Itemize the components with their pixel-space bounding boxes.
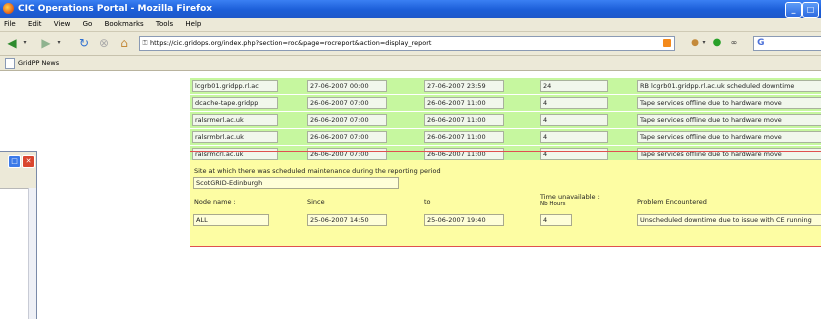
- header-since: Since: [307, 198, 325, 206]
- row-hours-field[interactable]: 4: [540, 148, 608, 160]
- menu-tools[interactable]: Tools: [156, 20, 173, 28]
- header-to: to: [424, 198, 431, 206]
- menu-view[interactable]: View: [54, 20, 71, 28]
- site-name-field[interactable]: ScotGRID-Edinburgh: [193, 177, 399, 189]
- menu-go[interactable]: Go: [83, 20, 93, 28]
- back-dropdown-icon[interactable]: ▾: [22, 35, 28, 51]
- menu-file[interactable]: File: [4, 20, 16, 28]
- back-arrow-icon[interactable]: ◀: [4, 35, 20, 51]
- row-problem-field[interactable]: Tape services offline due to hardware mo…: [637, 148, 821, 160]
- row-since-field[interactable]: 26-06-2007 07:00: [307, 148, 387, 160]
- site-row-since[interactable]: 25-06-2007 14:50: [307, 214, 387, 226]
- table-row: lcgrb01.gridpp.rl.ac 27-06-2007 00:00 27-0…: [190, 78, 821, 95]
- row-problem-field[interactable]: Tape services offline due to hardware mo…: [637, 131, 821, 143]
- row-problem-field[interactable]: Tape services offline due to hardware mo…: [637, 114, 821, 126]
- row-hours-field[interactable]: 4: [540, 97, 608, 109]
- table-row: dcache-tape.gridpp 26-06-2007 07:00 26-06-…: [190, 95, 821, 112]
- reload-icon[interactable]: ↻: [76, 35, 92, 51]
- row-since-field[interactable]: 26-06-2007 07:00: [307, 131, 387, 143]
- table-row: ralsrmbrl.ac.uk 26-06-2007 07:00 26-06-200…: [190, 129, 821, 146]
- search-input[interactable]: G: [753, 36, 821, 51]
- url-dropdown-icon[interactable]: ▾: [701, 35, 707, 51]
- rss-feed-icon[interactable]: [663, 39, 671, 47]
- menu-bar: File Edit View Go Bookmarks Tools Help: [0, 18, 821, 32]
- window-titlebar: CIC Operations Portal - Mozilla Firefox …: [0, 0, 821, 18]
- lock-icon: ⚿: [142, 39, 148, 47]
- table-row: ralsrmerl.ac.uk 26-06-2007 07:00 26-06-200…: [190, 112, 821, 129]
- site-maintenance-section: Site at which there was scheduled mainte…: [190, 160, 821, 246]
- maximize-button[interactable]: □: [802, 2, 819, 18]
- menu-bookmarks[interactable]: Bookmarks: [105, 20, 144, 28]
- address-bar[interactable]: ⚿ https://cic.gridops.org/index.php?secti…: [139, 36, 675, 51]
- minimize-button[interactable]: _: [785, 2, 802, 18]
- window-title: CIC Operations Portal - Mozilla Firefox: [18, 4, 213, 14]
- row-node-field[interactable]: ralsrmerl.ac.uk: [192, 114, 278, 126]
- header-problem: Problem Encountered: [637, 198, 707, 206]
- site-section-heading: Site at which there was scheduled mainte…: [194, 167, 441, 175]
- menu-edit[interactable]: Edit: [28, 20, 42, 28]
- site-row-to[interactable]: 25-06-2007 19:40: [424, 214, 504, 226]
- row-since-field[interactable]: 27-06-2007 00:00: [307, 80, 387, 92]
- row-to-field[interactable]: 26-06-2007 11:00: [424, 97, 504, 109]
- row-node-field[interactable]: ralsrmcrl.ac.uk: [192, 148, 278, 160]
- header-nb-hours: Nb Hours: [540, 201, 566, 207]
- stop-icon[interactable]: ⊗: [96, 35, 112, 51]
- row-to-field[interactable]: 26-06-2007 11:00: [424, 114, 504, 126]
- home-icon[interactable]: ⌂: [116, 35, 132, 51]
- row-to-field[interactable]: 26-06-2007 11:00: [424, 148, 504, 160]
- row-to-field[interactable]: 27-06-2007 23:59: [424, 80, 504, 92]
- section-divider: [190, 151, 821, 152]
- row-since-field[interactable]: 26-06-2007 07:00: [307, 97, 387, 109]
- menu-help[interactable]: Help: [185, 20, 201, 28]
- row-hours-field[interactable]: 24: [540, 80, 608, 92]
- address-url: https://cic.gridops.org/index.php?sectio…: [150, 39, 432, 47]
- row-problem-field[interactable]: RB lcgrb01.gridpp.rl.ac.uk scheduled dow…: [637, 80, 821, 92]
- row-node-field[interactable]: ralsrmbrl.ac.uk: [192, 131, 278, 143]
- go-arrow-icon[interactable]: ∞: [727, 35, 741, 51]
- row-hours-field[interactable]: 4: [540, 131, 608, 143]
- row-since-field[interactable]: 26-06-2007 07:00: [307, 114, 387, 126]
- bookmark-page-icon: [5, 57, 15, 69]
- bookmarks-toolbar: GridPP News: [0, 56, 821, 71]
- header-node-name: Node name :: [194, 198, 236, 206]
- bg-close-button[interactable]: ✕: [22, 155, 35, 168]
- firefox-icon: [3, 3, 14, 14]
- row-problem-field[interactable]: Tape services offline due to hardware mo…: [637, 97, 821, 109]
- go-button[interactable]: ●: [711, 35, 723, 51]
- row-to-field[interactable]: 26-06-2007 11:00: [424, 131, 504, 143]
- bookmark-gridpp-news[interactable]: GridPP News: [18, 59, 59, 67]
- bg-scrollbar[interactable]: [28, 188, 36, 319]
- site-row-hours[interactable]: 4: [540, 214, 572, 226]
- background-window[interactable]: □ ✕: [0, 151, 37, 320]
- row-node-field[interactable]: dcache-tape.gridpp: [192, 97, 278, 109]
- forward-arrow-icon[interactable]: ▶: [38, 35, 54, 51]
- section-bottom-divider: [190, 246, 821, 247]
- security-icon[interactable]: ●: [689, 35, 701, 51]
- forward-dropdown-icon[interactable]: ▾: [56, 35, 62, 51]
- site-row-problem[interactable]: Unscheduled downtime due to issue with C…: [637, 214, 821, 226]
- row-node-field[interactable]: lcgrb01.gridpp.rl.ac: [192, 80, 278, 92]
- bg-restore-button[interactable]: □: [8, 155, 21, 168]
- site-row-node[interactable]: ALL: [193, 214, 269, 226]
- navigation-toolbar: ◀ ▾ ▶ ▾ ↻ ⊗ ⌂ ⚿ https://cic.gridops.org/i…: [0, 32, 821, 56]
- row-hours-field[interactable]: 4: [540, 114, 608, 126]
